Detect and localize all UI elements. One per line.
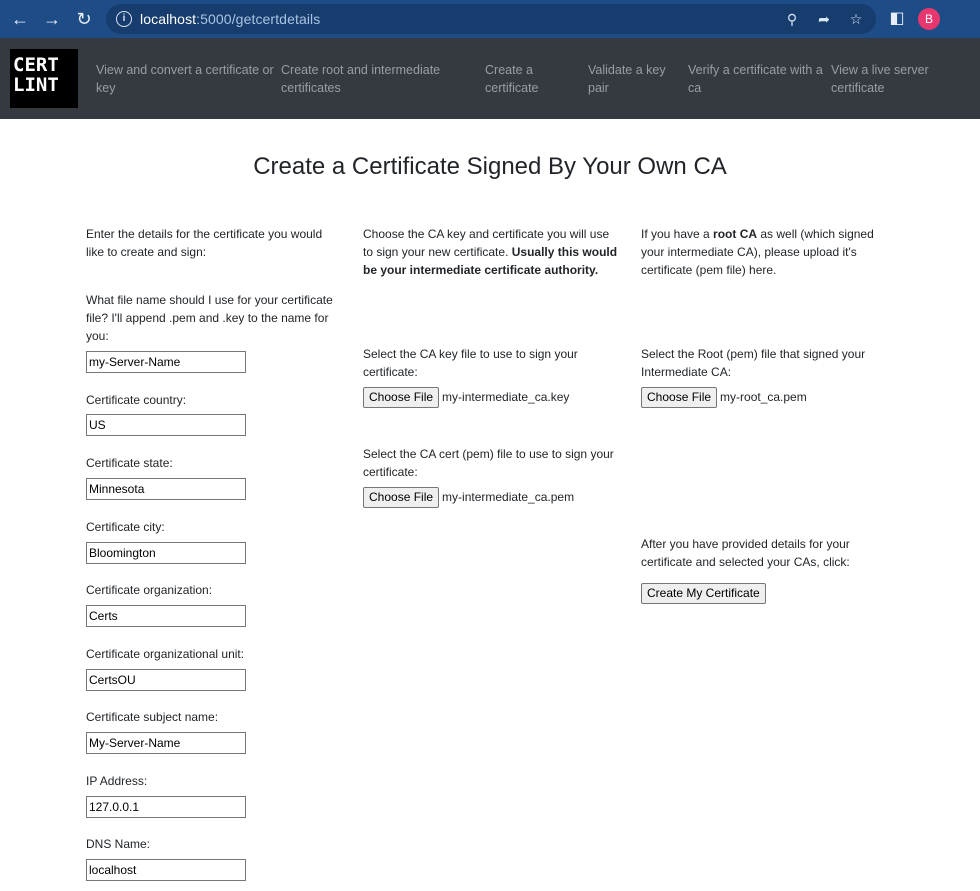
ca-intro-line: Choose the CA key and certificate you wi… xyxy=(363,227,610,241)
profile-avatar[interactable]: B xyxy=(918,8,940,30)
ca-intro-emphasis: be your intermediate certificate authori… xyxy=(363,263,599,277)
url-host: localhost xyxy=(140,11,197,27)
root-ca-intro-text: If you have a xyxy=(641,227,714,241)
ca-key-file-picker: Choose File my-intermediate_ca.key xyxy=(363,387,569,408)
details-intro-line: like to create and sign: xyxy=(86,245,207,259)
nav-link-text: ca xyxy=(688,81,702,95)
forward-icon[interactable]: → xyxy=(40,7,64,31)
org-unit-input[interactable] xyxy=(86,669,246,691)
state-label: Certificate state: xyxy=(86,456,173,470)
subject-name-input[interactable] xyxy=(86,732,246,754)
dns-name-input[interactable] xyxy=(86,859,246,881)
share-icon[interactable]: ➦ xyxy=(814,9,834,29)
ip-address-input[interactable] xyxy=(86,796,246,818)
details-intro-line: Enter the details for the certificate yo… xyxy=(86,227,323,241)
filename-label-line: you: xyxy=(86,329,109,343)
nav-link-create-root[interactable]: Create root and intermediate certificate… xyxy=(281,61,440,97)
root-ca-intro-line: your intermediate CA), please upload it'… xyxy=(641,245,857,259)
app-navbar: CERT LINT View and convert a certificate… xyxy=(0,38,980,119)
nav-link-text: View a live server xyxy=(831,63,929,77)
ca-intro: Choose the CA key and certificate you wi… xyxy=(363,225,617,279)
nav-link-text: key xyxy=(96,81,116,95)
nav-link-text: certificate xyxy=(485,81,539,95)
dns-name-label: DNS Name: xyxy=(86,837,151,851)
browser-toolbar: ← → ↻ i localhost:5000/getcertdetails ⚲ … xyxy=(0,0,980,38)
root-ca-intro-line: certificate (pem file) here. xyxy=(641,263,777,277)
filename-input[interactable] xyxy=(86,351,246,373)
ca-key-label-line: Select the CA key file to use to sign yo… xyxy=(363,347,578,361)
nav-link-text: certificates xyxy=(281,81,341,95)
ca-key-file-name: my-intermediate_ca.key xyxy=(442,390,570,404)
city-input[interactable] xyxy=(86,542,246,564)
state-input[interactable] xyxy=(86,478,246,500)
root-ca-intro: If you have a root CA as well (which sig… xyxy=(641,225,874,279)
url-path: :5000/getcertdetails xyxy=(196,11,321,27)
organization-input[interactable] xyxy=(86,605,246,627)
root-ca-emphasis: root CA xyxy=(713,227,758,241)
organization-label: Certificate organization: xyxy=(86,583,213,597)
ca-key-choose-file-button[interactable]: Choose File xyxy=(363,387,440,408)
nav-link-create-certificate[interactable]: Create a certificate xyxy=(485,61,539,97)
nav-link-text: Create root and intermediate xyxy=(281,63,441,77)
details-intro: Enter the details for the certificate yo… xyxy=(86,225,322,261)
ca-cert-label: Select the CA cert (pem) file to use to … xyxy=(363,445,614,481)
ca-key-label: Select the CA key file to use to sign yo… xyxy=(363,345,578,381)
filename-label-line: What file name should I use for your cer… xyxy=(86,293,333,307)
ca-intro-line: to sign your new certificate. Usually th… xyxy=(363,243,617,261)
ca-intro-emphasis: Usually this would xyxy=(511,245,618,259)
root-pem-label-line: Select the Root (pem) file that signed y… xyxy=(641,347,866,361)
ca-cert-choose-file-button[interactable]: Choose File xyxy=(363,487,440,508)
nav-link-text: View and convert a certificate or xyxy=(96,63,274,77)
nav-link-validate-key[interactable]: Validate a key pair xyxy=(588,61,666,97)
ca-cert-label-line: certificate: xyxy=(363,465,418,479)
root-ca-intro-text: as well (which signed xyxy=(757,227,874,241)
org-unit-label: Certificate organizational unit: xyxy=(86,647,245,661)
address-bar[interactable]: i localhost:5000/getcertdetails ⚲ ➦ ☆ xyxy=(106,4,876,34)
page-title: Create a Certificate Signed By Your Own … xyxy=(253,153,727,180)
nav-link-text: Create a xyxy=(485,63,533,77)
ca-key-label-line: certificate: xyxy=(363,365,418,379)
nav-link-view-convert[interactable]: View and convert a certificate or key xyxy=(96,61,274,97)
root-pem-choose-file-button[interactable]: Choose File xyxy=(641,387,718,408)
reload-icon[interactable]: ↻ xyxy=(72,7,96,31)
submit-instructions: After you have provided details for your… xyxy=(641,535,850,571)
logo-line-1: CERT xyxy=(13,54,59,76)
filename-label: What file name should I use for your cer… xyxy=(86,291,333,345)
subject-name-label: Certificate subject name: xyxy=(86,710,219,724)
root-pem-label: Select the Root (pem) file that signed y… xyxy=(641,345,865,381)
root-pem-file-picker: Choose File my-root_ca.pem xyxy=(641,387,807,408)
side-panel-icon[interactable]: ◧ xyxy=(886,8,908,30)
nav-link-verify-certificate[interactable]: Verify a certificate with a ca xyxy=(688,61,823,97)
site-info-icon[interactable]: i xyxy=(116,11,132,27)
bookmark-star-icon[interactable]: ☆ xyxy=(846,9,866,29)
submit-instructions-line: certificate and selected your CAs, click… xyxy=(641,555,850,569)
submit-instructions-line: After you have provided details for your xyxy=(641,537,850,551)
country-label: Certificate country: xyxy=(86,393,187,407)
ca-cert-label-line: Select the CA cert (pem) file to use to … xyxy=(363,447,614,461)
root-pem-file-name: my-root_ca.pem xyxy=(720,390,807,404)
certlint-logo[interactable]: CERT LINT xyxy=(10,49,78,108)
root-ca-intro-line: If you have a root CA as well (which sig… xyxy=(641,225,874,243)
filename-label-line: file? I'll append .pem and .key to the n… xyxy=(86,311,329,325)
nav-link-text: certificate xyxy=(831,81,885,95)
ca-cert-file-picker: Choose File my-intermediate_ca.pem xyxy=(363,487,574,508)
nav-link-text: Validate a key xyxy=(588,63,666,77)
back-icon[interactable]: ← xyxy=(8,7,32,31)
city-label: Certificate city: xyxy=(86,520,165,534)
zoom-icon[interactable]: ⚲ xyxy=(782,9,802,29)
nav-link-live-server[interactable]: View a live server certificate xyxy=(831,61,929,97)
ca-cert-file-name: my-intermediate_ca.pem xyxy=(442,490,575,504)
logo-line-2: LINT xyxy=(13,74,59,96)
root-pem-label-line: Intermediate CA: xyxy=(641,365,732,379)
create-my-certificate-button[interactable]: Create My Certificate xyxy=(641,583,766,604)
nav-link-text: Verify a certificate with a xyxy=(688,63,823,77)
nav-link-text: pair xyxy=(588,81,609,95)
ip-address-label: IP Address: xyxy=(86,774,148,788)
country-input[interactable] xyxy=(86,414,246,436)
url-text[interactable]: localhost:5000/getcertdetails xyxy=(140,11,320,27)
ca-intro-text: to sign your new certificate. xyxy=(363,245,512,259)
